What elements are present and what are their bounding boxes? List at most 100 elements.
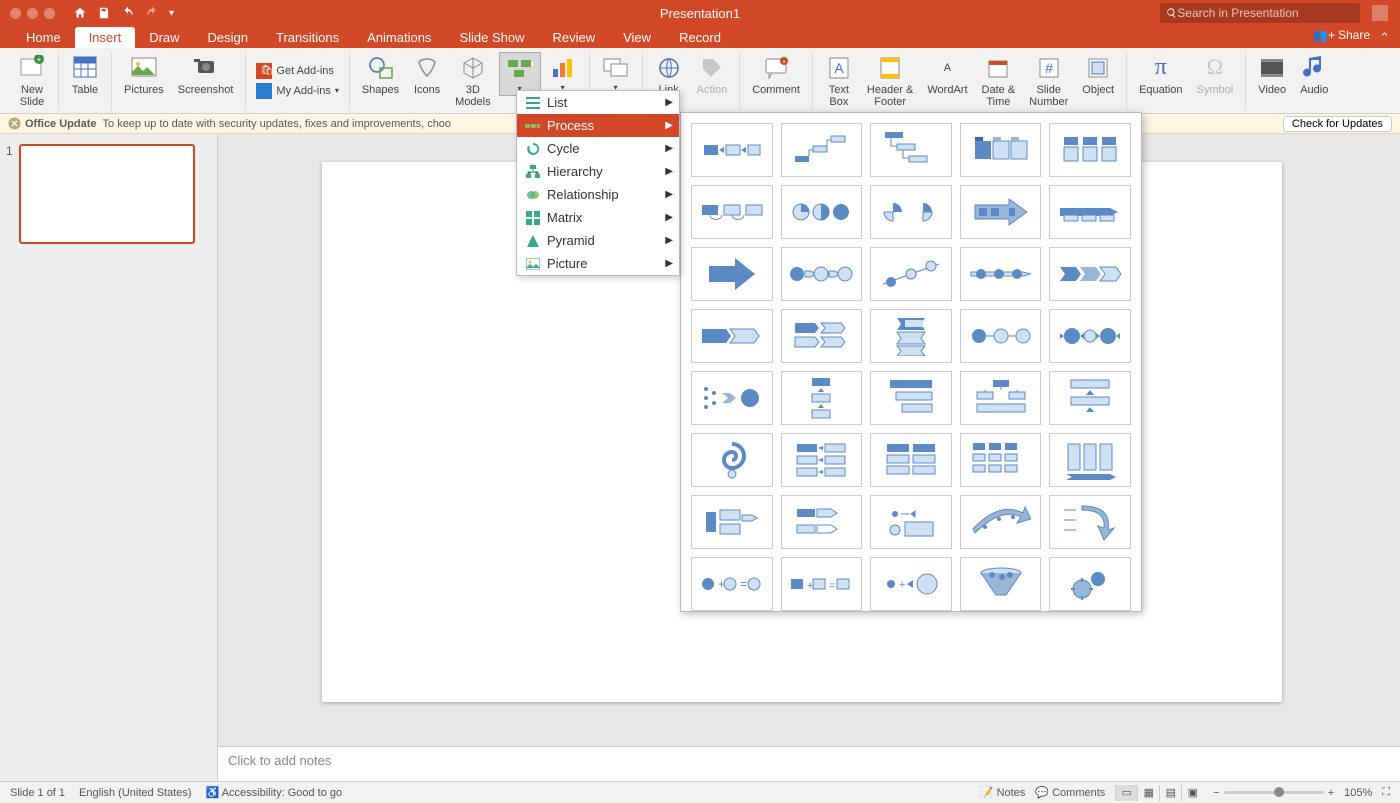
tab-transitions[interactable]: Transitions	[262, 27, 353, 48]
close-update-icon[interactable]	[8, 117, 21, 130]
status-accessibility[interactable]: ♿ Accessibility: Good to go	[206, 786, 343, 799]
view-reading-icon[interactable]: ▤	[1159, 785, 1181, 801]
wordart-button[interactable]: AWordArt	[921, 52, 973, 98]
process-option-tabs[interactable]	[960, 123, 1042, 177]
menu-item-cycle[interactable]: Cycle▶	[517, 137, 679, 160]
process-option-converging[interactable]	[691, 371, 773, 425]
shapes-button[interactable]: Shapes	[356, 52, 405, 98]
process-option-sidebar[interactable]	[691, 495, 773, 549]
fit-to-window-icon[interactable]: ⛶	[1382, 786, 1390, 799]
slide-thumbnail-1[interactable]	[19, 144, 195, 244]
menu-item-matrix[interactable]: Matrix▶	[517, 206, 679, 229]
tab-design[interactable]: Design	[194, 27, 262, 48]
menu-item-relationship[interactable]: Relationship▶	[517, 183, 679, 206]
process-option-alt-flow[interactable]	[691, 185, 773, 239]
close-dot-icon[interactable]	[10, 8, 21, 19]
process-option-curved-arrow[interactable]	[960, 495, 1042, 549]
minimize-dot-icon[interactable]	[27, 8, 38, 19]
search-box[interactable]	[1160, 3, 1360, 23]
process-option-hierarchy-flow[interactable]	[960, 371, 1042, 425]
tab-home[interactable]: Home	[12, 27, 75, 48]
video-button[interactable]: Video	[1252, 52, 1292, 98]
comments-toggle[interactable]: 💬 Comments	[1035, 786, 1105, 799]
tab-review[interactable]: Review	[538, 27, 609, 48]
screenshot-button[interactable]: Screenshot	[172, 52, 240, 98]
qat-customize-icon[interactable]: ▾	[169, 8, 174, 19]
zoom-dot-icon[interactable]	[44, 8, 55, 19]
presenter-icon[interactable]	[1372, 5, 1388, 21]
chart-button[interactable]: ▾	[543, 52, 583, 95]
icons-button[interactable]: Icons	[407, 52, 447, 98]
audio-button[interactable]: Audio	[1294, 52, 1334, 98]
collapse-ribbon-icon[interactable]: ⌃	[1379, 30, 1390, 46]
process-option-vertical-flow[interactable]	[781, 371, 863, 425]
process-option-swirl[interactable]	[691, 433, 773, 487]
process-option-chevron[interactable]	[1049, 247, 1131, 301]
view-sorter-icon[interactable]: ▦	[1137, 785, 1159, 801]
tab-record[interactable]: Record	[665, 27, 735, 48]
process-option-solid-arrow[interactable]	[691, 247, 773, 301]
tab-view[interactable]: View	[609, 27, 665, 48]
zoom-in-icon[interactable]: +	[1328, 787, 1334, 799]
header-footer-button[interactable]: Header & Footer	[861, 52, 919, 110]
slide-thumbnails-panel[interactable]: 1	[0, 134, 218, 781]
menu-item-pyramid[interactable]: Pyramid▶	[517, 229, 679, 252]
process-option-pie[interactable]	[781, 185, 863, 239]
pictures-button[interactable]: Pictures	[118, 52, 170, 98]
zoom-out-icon[interactable]: −	[1213, 787, 1219, 799]
process-option-timeline[interactable]	[960, 247, 1042, 301]
textbox-button[interactable]: AText Box	[819, 52, 859, 110]
process-option-subtext[interactable]	[1049, 123, 1131, 177]
process-option-connected-circles[interactable]	[960, 309, 1042, 363]
undo-icon[interactable]	[121, 6, 135, 20]
zoom-slider[interactable]: − +	[1213, 787, 1334, 799]
menu-item-process[interactable]: Process▶	[517, 114, 679, 137]
process-option-opposing-arrows[interactable]	[1049, 309, 1131, 363]
process-option-chevron-text[interactable]	[691, 309, 773, 363]
view-slideshow-icon[interactable]: ▣	[1181, 785, 1203, 801]
process-option-vertical-arrows[interactable]	[1049, 371, 1131, 425]
view-normal-icon[interactable]: ▭	[1115, 785, 1137, 801]
window-controls[interactable]	[0, 8, 65, 19]
process-option-down-arrow[interactable]	[1049, 495, 1131, 549]
action-button[interactable]: Action	[691, 52, 734, 98]
get-addins-button[interactable]: 🛍Get Add-ins	[256, 63, 338, 79]
process-option-equation-boxes[interactable]: +=	[781, 557, 863, 611]
equation-button[interactable]: πEquation	[1133, 52, 1188, 98]
process-option-circle-to-box[interactable]	[870, 495, 952, 549]
process-option-multi-flow[interactable]	[960, 433, 1042, 487]
status-language[interactable]: English (United States)	[79, 787, 192, 799]
symbol-button[interactable]: ΩSymbol	[1191, 52, 1240, 98]
process-option-step-up[interactable]	[781, 123, 863, 177]
process-option-detailed-flow[interactable]	[870, 433, 952, 487]
process-option-vertical-chevron[interactable]	[870, 309, 952, 363]
process-option-funnel[interactable]	[960, 557, 1042, 611]
process-option-split-arrow[interactable]	[781, 495, 863, 549]
object-button[interactable]: Object	[1076, 52, 1120, 98]
process-option-circle-arrow[interactable]	[781, 247, 863, 301]
check-updates-button[interactable]: Check for Updates	[1283, 116, 1392, 132]
my-addins-button[interactable]: My Add-ins▾	[256, 83, 338, 99]
process-option-gear[interactable]	[1049, 557, 1131, 611]
process-option-big-arrow[interactable]	[960, 185, 1042, 239]
process-option-grid-flow[interactable]	[781, 433, 863, 487]
process-option-segment-pie[interactable]	[870, 185, 952, 239]
comment-button[interactable]: + Comment	[746, 52, 806, 98]
menu-item-hierarchy[interactable]: Hierarchy▶	[517, 160, 679, 183]
process-option-continuous-arrow[interactable]	[1049, 185, 1131, 239]
search-input[interactable]	[1177, 6, 1354, 20]
process-option-columns-arrow[interactable]	[1049, 433, 1131, 487]
menu-item-picture[interactable]: Picture▶	[517, 252, 679, 275]
home-icon[interactable]	[73, 6, 87, 20]
process-option-closed-chevron[interactable]	[781, 309, 863, 363]
zoom-button[interactable]: ▾	[596, 52, 636, 95]
tab-draw[interactable]: Draw	[135, 27, 193, 48]
table-button[interactable]: Table	[65, 52, 105, 98]
process-option-staggered[interactable]	[870, 371, 952, 425]
process-option-step-down[interactable]	[870, 123, 952, 177]
datetime-button[interactable]: Date & Time	[976, 52, 1022, 110]
zoom-level[interactable]: 105%	[1344, 787, 1372, 799]
notes-toggle[interactable]: 📝 Notes	[980, 786, 1026, 799]
tab-insert[interactable]: Insert	[75, 27, 136, 48]
save-icon[interactable]	[97, 6, 111, 20]
